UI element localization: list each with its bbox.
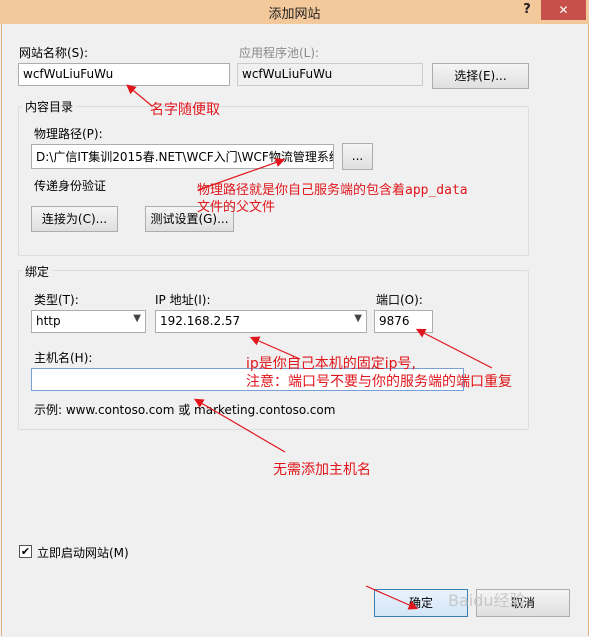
port-arrow (415, 328, 493, 369)
host-annotation: 无需添加主机名 (273, 462, 371, 478)
name-annotation: 名字随便取 (150, 102, 220, 118)
annotation-arrows (126, 84, 493, 610)
name-arrow (126, 84, 153, 107)
ip-annotation-line1: ip是你自己本机的固定ip号, (246, 356, 417, 372)
ip-annotation-line2: 注意：端口号不要与你的服务端的端口重复 (246, 374, 512, 390)
watermark: Baidu经验 (448, 591, 526, 610)
ok-arrow (365, 585, 419, 610)
path-annotation-line2: 文件的父文件 (197, 200, 276, 215)
host-arrow (193, 398, 286, 453)
